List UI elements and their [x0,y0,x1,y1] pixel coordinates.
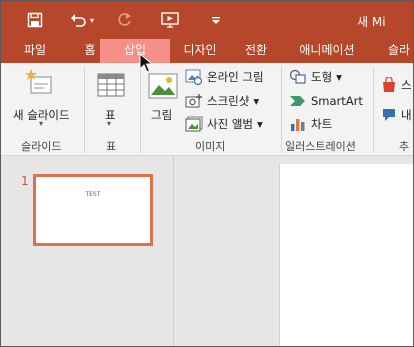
photo-album-icon [185,116,203,132]
group-separator [373,67,374,153]
tab-slideshow[interactable]: 슬라 [379,39,413,63]
store-button[interactable]: 스 [381,75,412,95]
slide-number: 1 [21,174,29,188]
picture-icon [148,73,178,99]
group-label-table: 표 [106,140,117,153]
my-addins-icon [383,109,395,121]
tab-transitions[interactable]: 전환 [235,39,277,63]
picture-button[interactable]: 그림 [145,67,181,125]
undo-icon[interactable]: ▾ [67,10,97,30]
new-slide-icon [25,69,52,94]
store-label: 스 [401,78,412,92]
slide-thumbnail-text: TEST [85,191,101,198]
workspace: 1 TEST [1,156,413,346]
tab-file[interactable]: 파일 [15,39,55,63]
tab-insert[interactable]: 삽입 [100,39,170,63]
screenshot-label: 스크린샷 [207,94,250,108]
chevron-down-icon: ▾ [256,117,263,131]
title-bar: ▾ 새 Mi [1,1,413,39]
online-pictures-label: 온라인 그림 [207,70,264,84]
smartart-icon [290,96,305,106]
my-addins-button[interactable]: 내 [381,105,412,125]
chart-icon [291,119,305,131]
online-pictures-icon [185,69,203,85]
slide-thumbnail-pane: 1 TEST [1,156,174,346]
shapes-label: 도형 [311,70,333,84]
powerpoint-window: ▾ 새 Mi 파일 홈 삽입 디자인 전환 애니메이션 슬라 새 슬라이드 ▾ … [0,0,414,347]
smartart-label: SmartArt [311,94,363,108]
slide-canvas[interactable] [279,164,413,346]
window-title: 새 Mi [357,15,386,29]
tab-animations[interactable]: 애니메이션 [291,39,363,63]
photo-album-label: 사진 앨범 [207,117,253,131]
chart-label: 차트 [311,117,333,131]
photo-album-button[interactable]: 사진 앨범 ▾ [185,114,263,134]
group-label-images: 이미지 [195,140,226,153]
screenshot-button[interactable]: 스크린샷 ▾ [185,91,259,111]
slide-thumbnail[interactable]: TEST [33,174,153,246]
shapes-icon [289,69,306,84]
store-icon [383,77,395,92]
group-label-slides: 슬라이드 [21,140,62,153]
chart-button[interactable]: 차트 [289,114,332,134]
online-pictures-button[interactable]: 온라인 그림 [185,67,264,87]
save-icon[interactable] [25,10,45,30]
chevron-down-icon: ▾ [336,70,342,84]
screenshot-icon [185,94,202,108]
chevron-down-icon: ▾ [107,119,112,128]
group-label-illustrations: 일러스트레이션 [285,140,356,153]
picture-label: 그림 [151,108,173,122]
chevron-down-icon: ▾ [253,94,260,108]
redo-icon[interactable] [115,10,135,30]
customize-icon[interactable] [209,10,223,30]
shapes-button[interactable]: 도형 ▾ [289,67,342,87]
group-separator [84,67,85,153]
smartart-button[interactable]: SmartArt [289,91,363,111]
group-label-addins: 추 [399,140,410,153]
mouse-cursor-icon [139,53,153,73]
table-button[interactable]: 표 ▾ [91,67,131,128]
ribbon-tabs: 파일 홈 삽입 디자인 전환 애니메이션 슬라 [1,39,413,63]
table-icon [97,73,125,97]
group-separator [140,67,141,153]
present-icon[interactable] [159,10,185,30]
ribbon: 새 슬라이드 ▾ 슬라이드 표 ▾ 표 그림 온라인 그림 스크린샷 ▾ 사진 … [1,63,413,156]
chevron-down-icon: ▾ [39,119,44,128]
my-addins-label: 내 [401,108,412,122]
tab-design[interactable]: 디자인 [169,39,231,63]
group-separator [281,67,282,153]
new-slide-button[interactable]: 새 슬라이드 ▾ [9,67,75,128]
